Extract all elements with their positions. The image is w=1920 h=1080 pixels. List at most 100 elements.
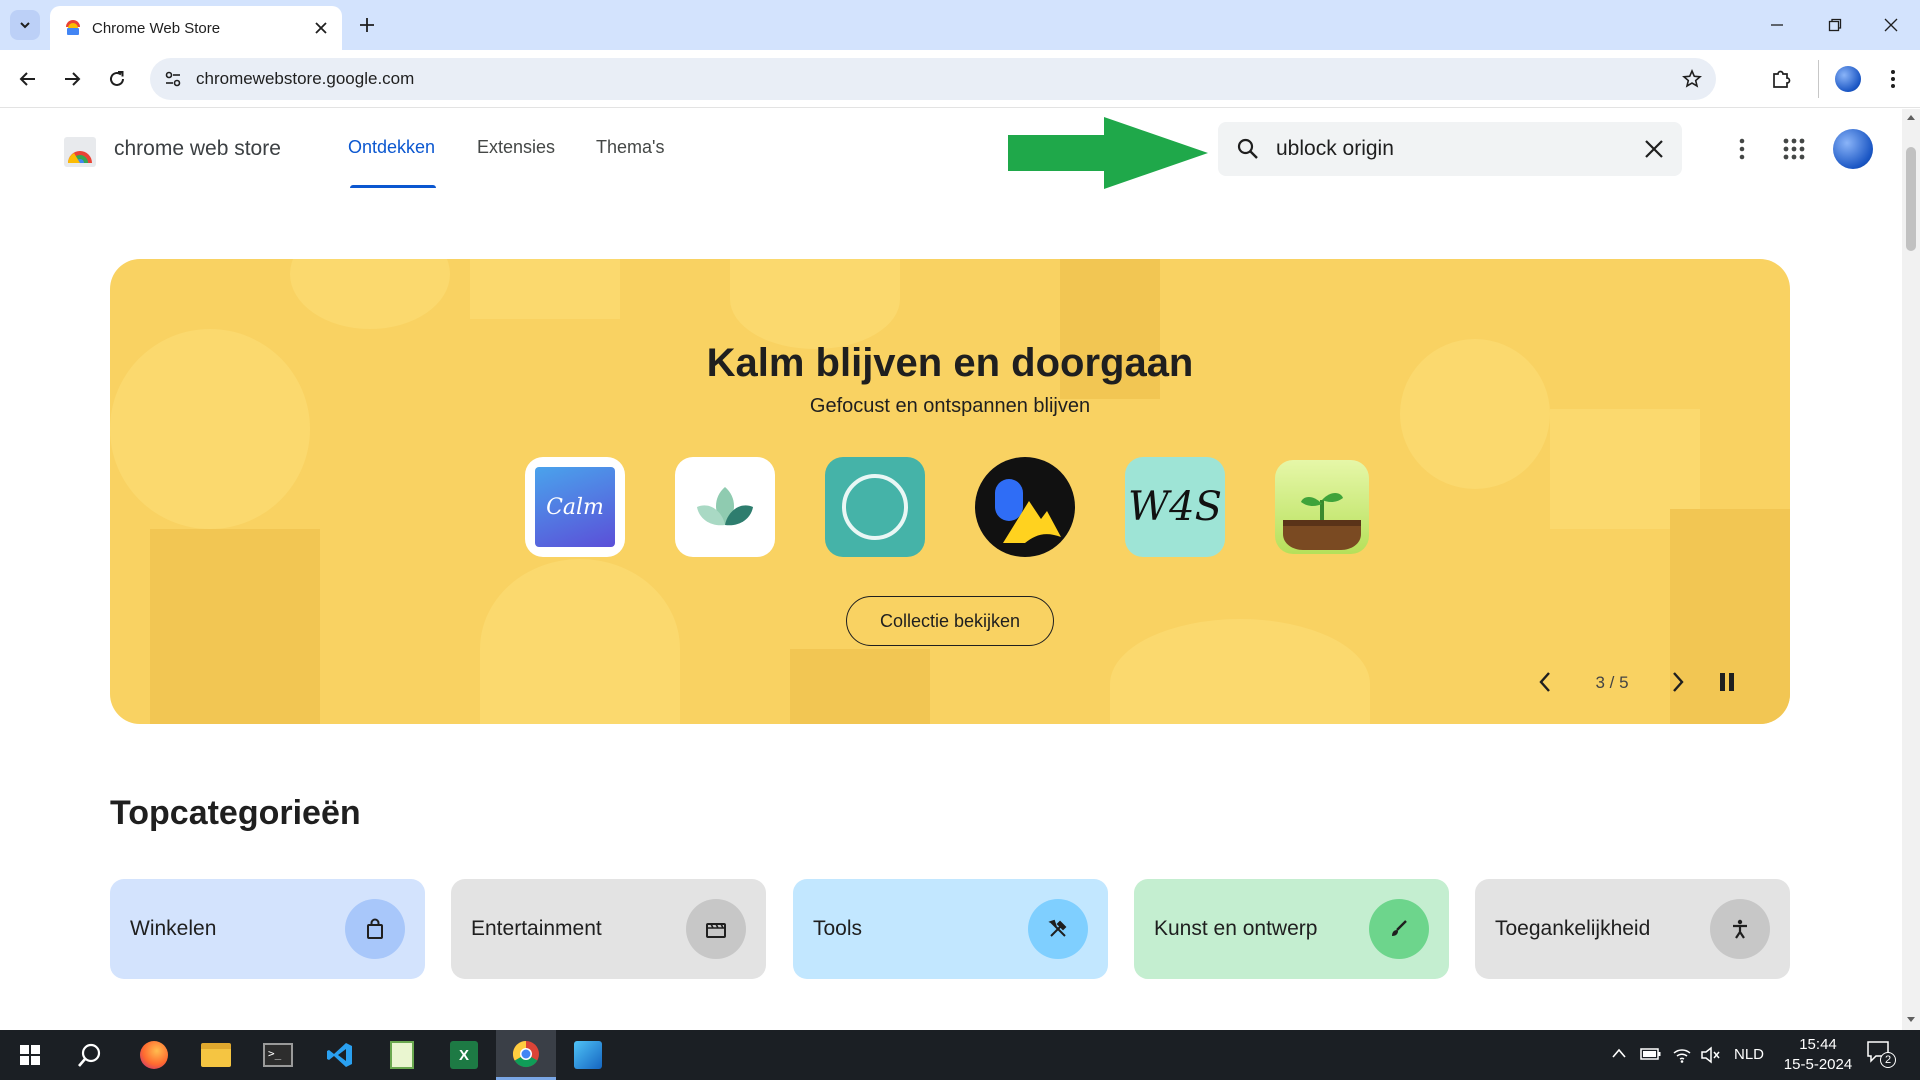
show-hidden-icons-chevron-up-icon[interactable] [1612, 1048, 1626, 1058]
category-label: Toegankelijkheid [1495, 917, 1651, 940]
search-input[interactable]: ublock origin [1218, 122, 1682, 176]
arrow-right-icon [65, 72, 81, 86]
brush-icon [1369, 899, 1429, 959]
clear-search-icon[interactable] [1644, 139, 1664, 159]
photos-icon [574, 1041, 602, 1069]
start-button[interactable] [0, 1030, 60, 1080]
forest-app-icon[interactable] [1275, 460, 1369, 554]
top-categories-heading: Topcategorieën [110, 794, 361, 832]
windows-taskbar: >_ X NLD 15:44 15-5-2024 2 [0, 1030, 1920, 1080]
vscode-icon [327, 1043, 352, 1067]
banner-decor [470, 259, 620, 319]
apps-grid-icon [1783, 138, 1805, 160]
scroll-up-arrow-icon[interactable] [1906, 113, 1916, 121]
profile-avatar [1835, 66, 1861, 92]
site-settings-icon[interactable] [164, 70, 182, 88]
volume-muted-icon[interactable] [1700, 1046, 1720, 1064]
category-card-tools[interactable]: Tools [793, 879, 1108, 979]
w4s-app-icon[interactable]: W4S [1125, 457, 1225, 557]
taskbar-search-button[interactable] [60, 1030, 120, 1080]
tab-search-button[interactable] [10, 10, 40, 40]
tab-extensions[interactable]: Extensies [477, 137, 555, 158]
chevron-right-icon [1673, 672, 1684, 692]
restore-window-button[interactable] [1806, 0, 1864, 50]
web-page: chrome web store Ontdekken Extensies The… [0, 109, 1902, 1030]
banner-decor [480, 559, 680, 724]
clapperboard-icon [686, 899, 746, 959]
new-tab-button[interactable] [352, 10, 382, 40]
kebab-menu-icon [1739, 138, 1745, 160]
taskbar-terminal[interactable]: >_ [248, 1030, 308, 1080]
minimize-icon [1771, 24, 1783, 26]
minimize-window-button[interactable] [1748, 0, 1806, 50]
reload-button[interactable] [99, 61, 135, 97]
notification-center-button[interactable]: 2 [1866, 1040, 1896, 1070]
browser-tab-active[interactable]: Chrome Web Store [50, 6, 342, 50]
accessibility-icon [1710, 899, 1770, 959]
taskbar-photos[interactable] [558, 1030, 618, 1080]
category-label: Tools [813, 917, 863, 940]
carousel-next-button[interactable] [1663, 667, 1693, 697]
battery-icon[interactable] [1640, 1047, 1662, 1061]
tab-themes[interactable]: Thema's [596, 137, 664, 158]
banner-decor [730, 259, 900, 349]
toolbar-divider [1818, 60, 1819, 98]
banner-decor [790, 649, 930, 724]
profile-button[interactable] [1830, 61, 1866, 97]
mountain-app-icon[interactable] [975, 457, 1075, 557]
clock-date[interactable]: 15-5-2024 [1778, 1056, 1858, 1073]
google-apps-button[interactable] [1774, 129, 1814, 169]
scrollbar-thumb[interactable] [1906, 147, 1916, 251]
browser-toolbar: chromewebstore.google.com [0, 50, 1920, 108]
input-language-indicator[interactable]: NLD [1734, 1046, 1764, 1063]
close-window-button[interactable] [1862, 0, 1920, 50]
firefox-icon [140, 1041, 168, 1069]
circle-app-icon[interactable] [825, 457, 925, 557]
tab-discover[interactable]: Ontdekken [348, 137, 435, 158]
bookmark-star-icon[interactable] [1682, 69, 1702, 89]
notification-count-badge: 2 [1880, 1052, 1896, 1068]
forward-button[interactable] [54, 61, 90, 97]
page-scrollbar[interactable] [1902, 109, 1920, 1030]
address-bar[interactable]: chromewebstore.google.com [150, 58, 1716, 100]
scroll-down-arrow-icon[interactable] [1906, 1016, 1916, 1024]
taskbar-file-explorer[interactable] [186, 1030, 246, 1080]
category-label: Winkelen [130, 917, 217, 940]
sprout-icon [1283, 493, 1361, 550]
taskbar-vscode[interactable] [310, 1030, 370, 1080]
calm-app-icon[interactable]: Calm [525, 457, 625, 557]
carousel-previous-button[interactable] [1530, 667, 1560, 697]
close-tab-icon[interactable] [314, 21, 328, 35]
category-card-accessibility[interactable]: Toegankelijkheid [1475, 879, 1790, 979]
pause-icon [1720, 673, 1734, 691]
more-options-button[interactable] [1722, 129, 1762, 169]
category-card-entertainment[interactable]: Entertainment [451, 879, 766, 979]
lotus-icon [697, 487, 753, 526]
category-card-art-design[interactable]: Kunst en ontwerp [1134, 879, 1449, 979]
category-card-shopping[interactable]: Winkelen [110, 879, 425, 979]
chrome-icon [512, 1040, 539, 1067]
store-brand-name[interactable]: chrome web store [114, 137, 281, 161]
taskbar-excel[interactable]: X [434, 1030, 494, 1080]
account-avatar[interactable] [1833, 129, 1873, 169]
extensions-button[interactable] [1763, 61, 1799, 97]
shopping-bag-icon [345, 899, 405, 959]
restore-icon [1828, 18, 1842, 32]
taskbar-notepad-plus[interactable] [372, 1030, 432, 1080]
banner-subtitle: Gefocust en ontspannen blijven [809, 395, 1091, 417]
taskbar-firefox[interactable] [124, 1030, 184, 1080]
clock-time[interactable]: 15:44 [1778, 1036, 1858, 1053]
plus-icon [360, 18, 374, 32]
reload-icon [110, 71, 124, 86]
back-button[interactable] [10, 61, 46, 97]
chrome-menu-button[interactable] [1875, 61, 1911, 97]
category-label: Kunst en ontwerp [1154, 917, 1318, 940]
chrome-web-store-logo-icon[interactable] [62, 133, 98, 169]
view-collection-button[interactable]: Collectie bekijken [846, 596, 1054, 646]
banner-decor [290, 259, 450, 329]
lotus-app-icon[interactable] [675, 457, 775, 557]
carousel-pause-button[interactable] [1712, 667, 1742, 697]
notepad-icon [390, 1041, 414, 1069]
wifi-icon[interactable] [1672, 1045, 1692, 1063]
taskbar-chrome[interactable] [496, 1030, 556, 1080]
